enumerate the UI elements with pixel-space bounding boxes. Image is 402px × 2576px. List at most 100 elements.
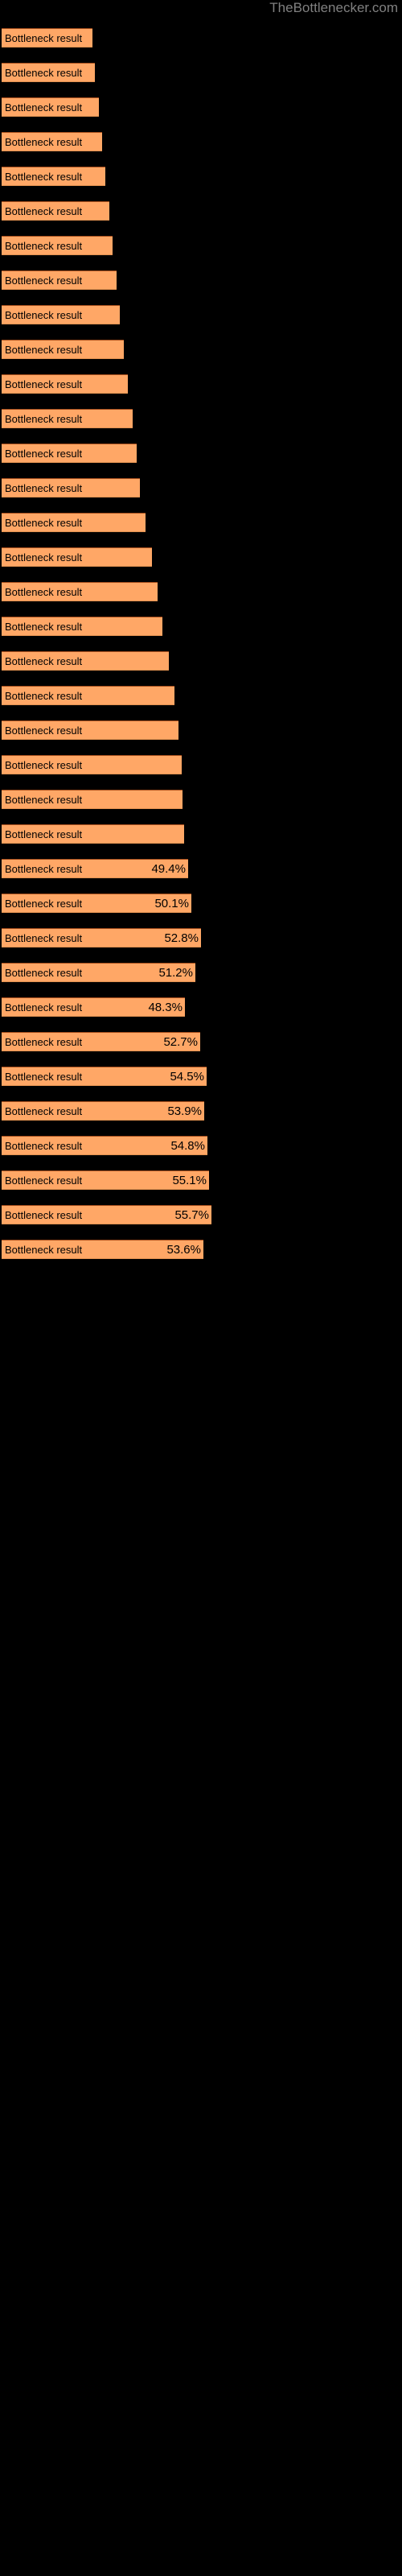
bar-label: Bottleneck result bbox=[5, 448, 83, 460]
bar-label: Bottleneck result bbox=[5, 1209, 83, 1221]
bar-row: Bottleneck result bbox=[0, 87, 402, 122]
bar-value: 55.1% bbox=[172, 1174, 207, 1187]
bar-row: Bottleneck result bbox=[0, 225, 402, 260]
bar[interactable]: Bottleneck result bbox=[2, 305, 120, 324]
bar-row: Bottleneck result 54.5% bbox=[0, 1056, 402, 1091]
bar-label: Bottleneck result bbox=[5, 344, 83, 356]
bar[interactable]: Bottleneck result bbox=[2, 201, 109, 221]
bar[interactable]: Bottleneck result 51.2% bbox=[2, 963, 195, 982]
bar-label: Bottleneck result bbox=[5, 413, 83, 425]
bar[interactable]: Bottleneck result bbox=[2, 720, 178, 740]
bar-row: Bottleneck result 55.7% bbox=[0, 1195, 402, 1229]
bar[interactable]: Bottleneck result bbox=[2, 686, 174, 705]
bar-label: Bottleneck result bbox=[5, 898, 83, 910]
bar[interactable]: Bottleneck result bbox=[2, 617, 162, 636]
bar-label: Bottleneck result bbox=[5, 1105, 83, 1117]
bar[interactable]: Bottleneck result bbox=[2, 582, 158, 601]
bar-row: Bottleneck result bbox=[0, 398, 402, 433]
bar[interactable]: Bottleneck result bbox=[2, 28, 92, 47]
bar-row: Bottleneck result bbox=[0, 433, 402, 468]
bar-label: Bottleneck result bbox=[5, 1001, 83, 1013]
bar-label: Bottleneck result bbox=[5, 828, 83, 840]
bar-label: Bottleneck result bbox=[5, 517, 83, 529]
bar[interactable]: Bottleneck result bbox=[2, 236, 113, 255]
bar[interactable]: Bottleneck result bbox=[2, 63, 95, 82]
bar[interactable]: Bottleneck result bbox=[2, 824, 184, 844]
bar-label: Bottleneck result bbox=[5, 309, 83, 321]
bar-row: Bottleneck result bbox=[0, 641, 402, 675]
bar[interactable]: Bottleneck result bbox=[2, 547, 152, 567]
bar-row: Bottleneck result bbox=[0, 675, 402, 710]
bar-value: 49.4% bbox=[151, 862, 186, 876]
bar-row: Bottleneck result bbox=[0, 572, 402, 606]
bar-value: 50.1% bbox=[154, 897, 189, 910]
bar-label: Bottleneck result bbox=[5, 171, 83, 183]
bar-label: Bottleneck result bbox=[5, 275, 83, 287]
bar[interactable]: Bottleneck result bbox=[2, 340, 124, 359]
bar[interactable]: Bottleneck result bbox=[2, 478, 140, 497]
site-title: TheBottlenecker.com bbox=[269, 0, 398, 15]
bar-label: Bottleneck result bbox=[5, 724, 83, 737]
bar-label: Bottleneck result bbox=[5, 1174, 83, 1187]
bar-row: Bottleneck result bbox=[0, 18, 402, 52]
bar[interactable]: Bottleneck result 53.6% bbox=[2, 1240, 203, 1259]
bar[interactable]: Bottleneck result 52.7% bbox=[2, 1032, 200, 1051]
bar[interactable]: Bottleneck result 54.8% bbox=[2, 1136, 207, 1155]
bar-label: Bottleneck result bbox=[5, 136, 83, 148]
bar[interactable]: Bottleneck result bbox=[2, 651, 169, 671]
bar-label: Bottleneck result bbox=[5, 32, 83, 44]
bar-label: Bottleneck result bbox=[5, 240, 83, 252]
bar-label: Bottleneck result bbox=[5, 1071, 83, 1083]
bar-value: 54.5% bbox=[170, 1070, 204, 1084]
bar-row: Bottleneck result bbox=[0, 606, 402, 641]
bar[interactable]: Bottleneck result bbox=[2, 167, 105, 186]
bar[interactable]: Bottleneck result bbox=[2, 270, 117, 290]
bar[interactable]: Bottleneck result bbox=[2, 409, 133, 428]
bar-label: Bottleneck result bbox=[5, 967, 83, 979]
bar-row: Bottleneck result 53.6% bbox=[0, 1229, 402, 1264]
bar-row: Bottleneck result bbox=[0, 537, 402, 572]
bar-row: Bottleneck result 54.8% bbox=[0, 1125, 402, 1160]
bar[interactable]: Bottleneck result 48.3% bbox=[2, 997, 185, 1017]
bar[interactable]: Bottleneck result bbox=[2, 513, 146, 532]
bar-row: Bottleneck result 52.7% bbox=[0, 1022, 402, 1056]
bar-label: Bottleneck result bbox=[5, 1036, 83, 1048]
bar-row: Bottleneck result 53.9% bbox=[0, 1091, 402, 1125]
bar-row: Bottleneck result bbox=[0, 364, 402, 398]
bar[interactable]: Bottleneck result 55.7% bbox=[2, 1205, 211, 1224]
bar-label: Bottleneck result bbox=[5, 101, 83, 114]
bar-label: Bottleneck result bbox=[5, 551, 83, 564]
bar-row: Bottleneck result bbox=[0, 329, 402, 364]
bar-value: 53.9% bbox=[167, 1104, 202, 1118]
bar-row: Bottleneck result bbox=[0, 295, 402, 329]
bar-label: Bottleneck result bbox=[5, 586, 83, 598]
bar-label: Bottleneck result bbox=[5, 794, 83, 806]
bar-row: Bottleneck result 51.2% bbox=[0, 952, 402, 987]
bar-row: Bottleneck result 49.4% bbox=[0, 848, 402, 883]
bar[interactable]: Bottleneck result 49.4% bbox=[2, 859, 188, 878]
bar-value: 52.7% bbox=[163, 1035, 198, 1049]
bar-value: 51.2% bbox=[158, 966, 193, 980]
bar-row: Bottleneck result bbox=[0, 745, 402, 779]
bar-row: Bottleneck result bbox=[0, 814, 402, 848]
bar[interactable]: Bottleneck result bbox=[2, 97, 99, 117]
bar[interactable]: Bottleneck result 50.1% bbox=[2, 894, 191, 913]
bar[interactable]: Bottleneck result 55.1% bbox=[2, 1170, 209, 1190]
bar[interactable]: Bottleneck result bbox=[2, 132, 102, 151]
bar[interactable]: Bottleneck result 54.5% bbox=[2, 1067, 207, 1086]
bar[interactable]: Bottleneck result 52.8% bbox=[2, 928, 201, 947]
bar-value: 52.8% bbox=[164, 931, 199, 945]
bar[interactable]: Bottleneck result bbox=[2, 374, 128, 394]
bar-label: Bottleneck result bbox=[5, 932, 83, 944]
bar-value: 53.6% bbox=[166, 1243, 201, 1257]
bar[interactable]: Bottleneck result bbox=[2, 790, 183, 809]
bar-label: Bottleneck result bbox=[5, 378, 83, 390]
bottleneck-bar-chart: Bottleneck result Bottleneck result Bottle… bbox=[0, 18, 402, 1264]
bar-value: 55.7% bbox=[174, 1208, 209, 1222]
bar-row: Bottleneck result bbox=[0, 468, 402, 502]
bar-row: Bottleneck result bbox=[0, 52, 402, 87]
bar-label: Bottleneck result bbox=[5, 482, 83, 494]
bar[interactable]: Bottleneck result 53.9% bbox=[2, 1101, 204, 1121]
bar[interactable]: Bottleneck result bbox=[2, 444, 137, 463]
bar[interactable]: Bottleneck result bbox=[2, 755, 182, 774]
